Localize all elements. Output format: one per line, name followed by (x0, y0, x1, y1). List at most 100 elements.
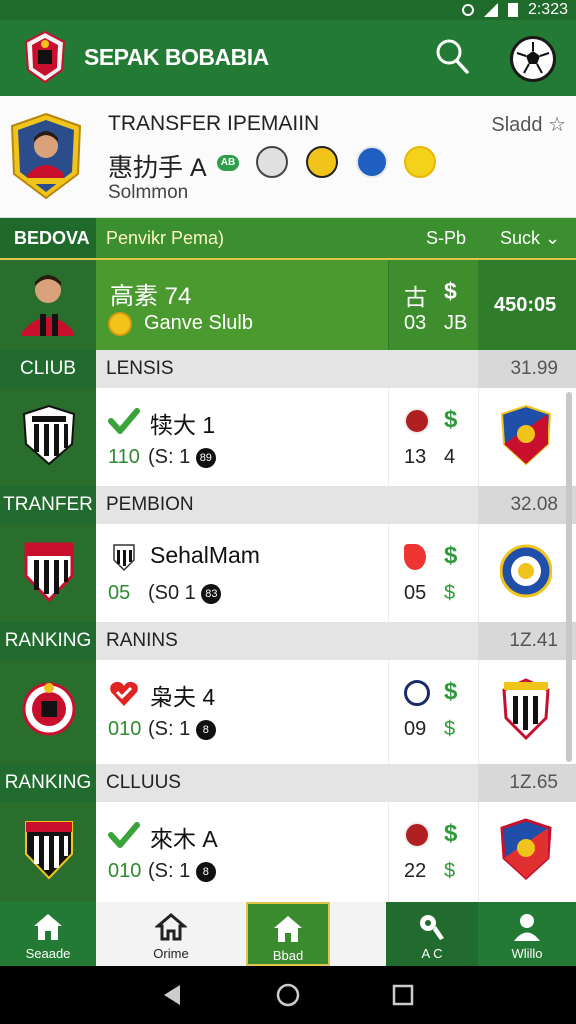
club-stat-1: 010 (108, 860, 142, 882)
club-name: 犊大 1 (150, 412, 216, 438)
tab-penvikr[interactable]: Penvikr Pema) (106, 218, 224, 258)
favorite-link[interactable]: Sladd ☆ (491, 112, 566, 137)
opponent-crest-icon[interactable] (500, 540, 552, 602)
home-circle-icon[interactable] (276, 983, 300, 1007)
featured-stat-top-left: 古 (404, 284, 427, 310)
club-crest-icon (22, 404, 76, 466)
coin-icon (108, 312, 132, 336)
ball-icon (404, 680, 430, 706)
club-name: SehalMam (150, 542, 260, 568)
list-item[interactable]: 來木 A 010 (S: 1 8 $ 22 $ (0, 802, 576, 902)
section-header: TRANFER PEMBION 32.08 (0, 486, 576, 524)
soccer-ball-icon[interactable] (510, 36, 556, 82)
section-header: RANKING RANINS 1Z.41 (0, 622, 576, 660)
club-stat-2-text: (S: 1 (148, 860, 191, 882)
club-stat-2: (S: 1 89 (148, 446, 216, 469)
section-label: RANKING (0, 622, 96, 660)
person-icon (514, 914, 540, 941)
featured-avatar (0, 260, 96, 350)
tab-bedova[interactable]: BEDOVA (0, 218, 96, 258)
stat-icon-3[interactable] (356, 146, 388, 178)
club-name: 來木 A (150, 826, 218, 852)
opponent-crest-icon[interactable] (500, 404, 552, 466)
transfer-title: TRANSFER IPEMAIIN (108, 112, 320, 135)
club-stat-1: 010 (108, 718, 142, 740)
row-count-1: 22 (404, 860, 427, 882)
tab-bar: BEDOVA Penvikr Pema) S-Pb Suck ⌄ (0, 218, 576, 260)
nav-label: A C (421, 946, 443, 961)
check-icon (108, 822, 140, 848)
featured-stat-bottom-right: JB (444, 312, 468, 334)
opponent-crest-icon[interactable] (500, 818, 552, 880)
boot-icon (404, 544, 426, 570)
row-divider (388, 660, 389, 764)
nav-label: Orime (153, 946, 189, 961)
nav-label: Bbad (272, 948, 304, 963)
row-count-1: 09 (404, 718, 427, 740)
dollar-icon: $ (444, 406, 458, 433)
nav-item-orime[interactable]: Orime (96, 902, 246, 966)
featured-club: Ganve Slulb (144, 312, 253, 334)
club-crest-cell (0, 388, 96, 486)
status-time: 2:323 (527, 1, 568, 18)
club-name: 枭夫 4 (150, 684, 216, 710)
recents-icon[interactable] (392, 984, 414, 1006)
featured-name: 高素 74 (110, 283, 192, 310)
sort-dropdown[interactable]: Suck ⌄ (500, 218, 560, 258)
featured-stat-top-right: $ (444, 278, 457, 304)
stat-icon-1[interactable] (256, 146, 288, 178)
row-divider (388, 524, 389, 622)
nav-label: Wlillo (511, 946, 543, 961)
section-label: RANKING (0, 764, 96, 802)
club-stat-2: (S0 1 83 (148, 582, 222, 605)
ball-icon (404, 822, 430, 848)
check-icon (108, 408, 140, 434)
nav-item-ac[interactable]: A C (386, 902, 478, 966)
search-icon[interactable] (432, 34, 472, 78)
ball-icon (404, 408, 430, 434)
signal-icon (483, 3, 498, 17)
player-subtitle: Solmmon (108, 182, 189, 203)
club-stat-badge: 8 (195, 861, 216, 882)
nav-item-wlillo[interactable]: Wlillo (478, 902, 576, 966)
nav-spacer (330, 902, 386, 966)
small-crest-icon (113, 544, 135, 572)
status-bar: 2:323 (0, 0, 576, 20)
row-count-1: 13 (404, 446, 427, 468)
app-bar: SEPAK BOBABIA (0, 20, 576, 96)
club-crest-icon (22, 682, 76, 736)
club-stat-badge: 8 (195, 719, 216, 740)
section-header: RANKING CLLUUS 1Z.65 (0, 764, 576, 802)
back-icon[interactable] (160, 983, 184, 1007)
scrollbar[interactable] (566, 392, 572, 762)
transfer-header: TRANSFER IPEMAIIN Sladd ☆ 惠扐手 A AB Solmm… (0, 96, 576, 218)
section-header: CLIUB LENSIS 31.99 (0, 350, 576, 388)
club-stat-2: (S: 1 8 (148, 860, 216, 883)
list-item[interactable]: SehalMam 05 (S0 1 83 $ 05 $ (0, 524, 576, 622)
club-crest-icon (24, 542, 74, 602)
club-crest-icon (25, 821, 73, 880)
home-icon (34, 914, 62, 940)
club-stat-2: (S: 1 8 (148, 718, 216, 741)
home-outline-icon (155, 913, 187, 941)
player-name: 惠扐手 A (108, 154, 207, 182)
app-title: SEPAK BOBABIA (84, 44, 269, 70)
nav-item-bbad[interactable]: Bbad (246, 902, 330, 966)
club-crest-cell (0, 524, 96, 622)
list-item[interactable]: 枭夫 4 010 (S: 1 8 $ 09 $ (0, 660, 576, 764)
row-count-2: $ (444, 718, 456, 740)
heart-check-icon (110, 681, 138, 706)
stat-icon-4[interactable] (404, 146, 436, 178)
featured-player-row[interactable]: 高素 74 Ganve Slulb 古 $ 03 JB 450:05 (0, 260, 576, 350)
tab-spb[interactable]: S-Pb (426, 218, 466, 258)
alarm-icon (461, 4, 474, 16)
opponent-crest-icon[interactable] (500, 678, 552, 740)
dollar-icon: $ (444, 820, 458, 847)
list-item[interactable]: 犊大 1 110 (S: 1 89 $ 13 4 (0, 388, 576, 486)
nav-item-seaade[interactable]: Seaade (0, 902, 96, 966)
club-logo-icon[interactable] (24, 30, 66, 84)
stat-icon-2[interactable] (306, 146, 338, 178)
battery-icon (507, 3, 518, 17)
player-badge-icon[interactable] (8, 112, 84, 200)
section-label: TRANFER (0, 486, 96, 524)
